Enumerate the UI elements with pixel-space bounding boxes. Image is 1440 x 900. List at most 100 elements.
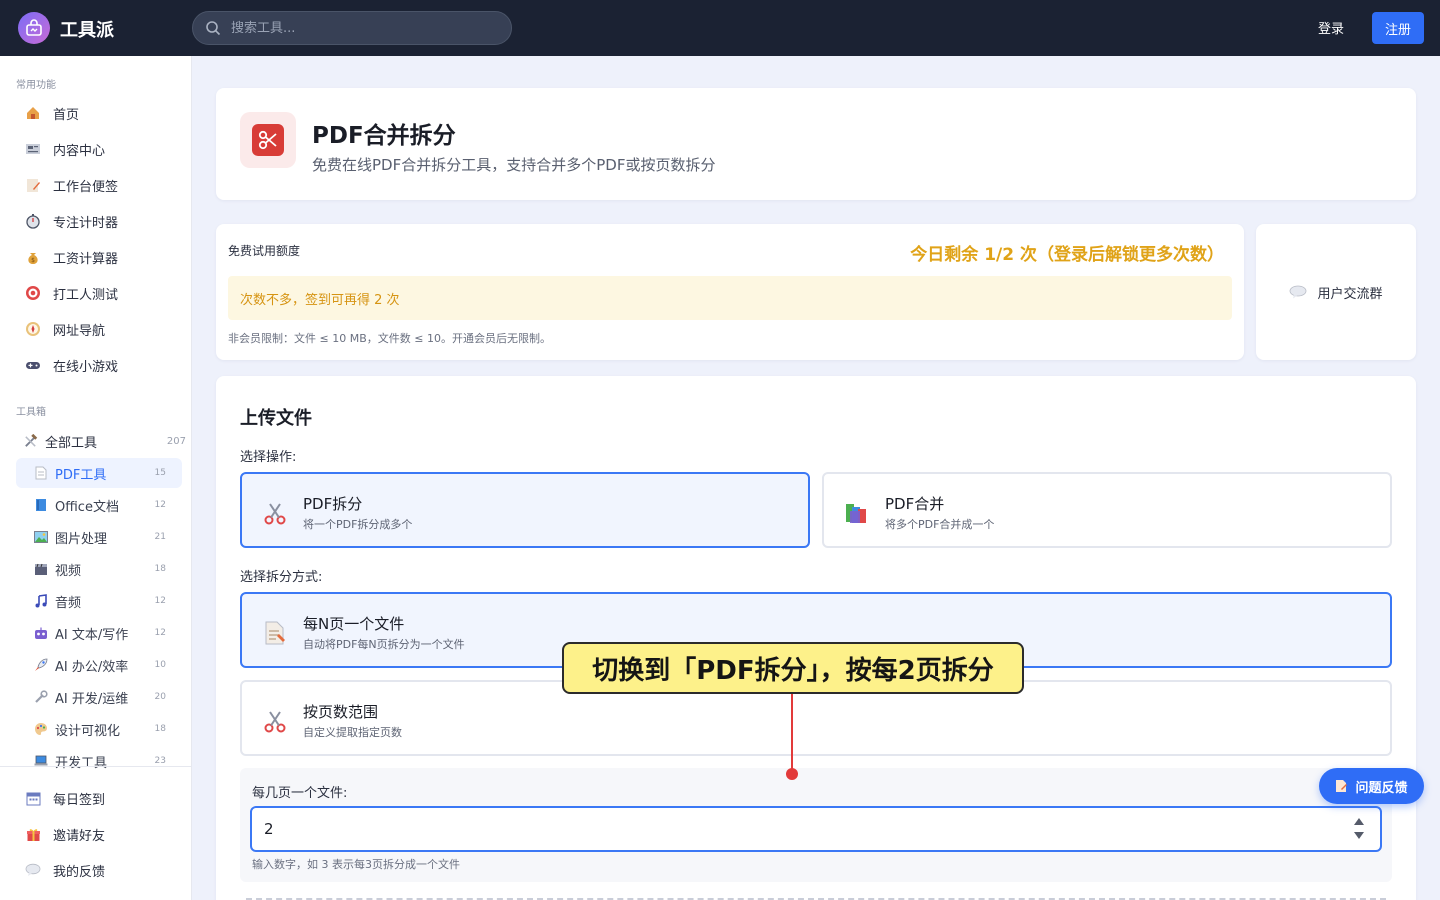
sidebar-item-video[interactable]: 视频 18 xyxy=(16,554,182,584)
sidebar: 常用功能 首页 内容中心 工作台便签 专注计时器 $ 工资计算器 打工人测试 网… xyxy=(0,56,192,900)
user-group-card[interactable]: 用户交流群 xyxy=(1256,224,1416,360)
quota-limit: 非会员限制：文件 ≤ 10 MB，文件数 ≤ 10。开通会员后无限制。 xyxy=(228,332,551,345)
sidebar-item-games[interactable]: 在线小游戏 xyxy=(24,353,118,377)
pages-per-file-field[interactable] xyxy=(250,806,1382,852)
sidebar-item-label: 工作台便签 xyxy=(53,179,119,195)
sidebar-item-label: 网址导航 xyxy=(53,323,106,339)
sidebar-item-office[interactable]: Office文档 12 xyxy=(16,490,182,520)
tool-count: 18 xyxy=(154,564,166,574)
sidebar-item-label: AI 办公/效率 xyxy=(55,659,129,675)
svg-text:$: $ xyxy=(31,257,35,264)
sidebar-item-my-feedback[interactable]: 我的反馈 xyxy=(24,858,105,882)
page-title: PDF合并拆分 xyxy=(312,123,456,149)
sidebar-item-content-center[interactable]: 内容中心 xyxy=(24,137,105,161)
scissors-icon xyxy=(252,124,284,156)
palette-icon xyxy=(34,722,48,736)
sidebar-item-worker-test[interactable]: 打工人测试 xyxy=(24,281,118,305)
register-button[interactable]: 注册 xyxy=(1372,12,1424,44)
user-group-link[interactable]: 用户交流群 xyxy=(1289,283,1383,302)
tool-count: 18 xyxy=(154,724,166,734)
sidebar-item-label: 每日签到 xyxy=(53,792,106,808)
sidebar-item-ai-office[interactable]: AI 办公/效率 10 xyxy=(16,650,182,680)
tool-count: 21 xyxy=(154,532,166,542)
target-icon xyxy=(24,284,42,302)
rocket-icon xyxy=(34,658,48,672)
gamepad-icon xyxy=(24,356,42,374)
sidebar-item-label: 内容中心 xyxy=(53,143,106,159)
sidebar-item-label: 图片处理 xyxy=(55,531,108,547)
sidebar-item-dev-tools[interactable]: 开发工具 23 xyxy=(16,746,182,776)
user-group-label: 用户交流群 xyxy=(1317,286,1383,302)
sidebar-item-all-tools[interactable]: 全部工具 207 xyxy=(22,430,192,452)
pages-per-file-input[interactable] xyxy=(264,818,1324,840)
sidebar-item-label: 音频 xyxy=(55,595,82,611)
sidebar-item-salary[interactable]: $ 工资计算器 xyxy=(24,245,118,269)
sidebar-item-image[interactable]: 图片处理 21 xyxy=(16,522,182,552)
tool-header-card: PDF合并拆分 免费在线PDF合并拆分工具，支持合并多个PDF或按页数拆分 xyxy=(216,88,1416,200)
method-title: 每N页一个文件 xyxy=(303,615,405,633)
operation-option-split[interactable]: PDF拆分 将一个PDF拆分成多个 xyxy=(240,472,810,548)
sidebar-item-design[interactable]: 设计可视化 18 xyxy=(16,714,182,744)
compass-icon xyxy=(24,320,42,338)
decrement-arrow-icon[interactable] xyxy=(1354,832,1364,839)
sidebar-item-invite[interactable]: 邀请好友 xyxy=(24,822,105,846)
sidebar-item-label: AI 开发/运维 xyxy=(55,691,129,707)
music-note-icon xyxy=(34,594,48,608)
sidebar-item-ai-writing[interactable]: AI 文本/写作 12 xyxy=(16,618,182,648)
sidebar-item-checkin[interactable]: 每日签到 xyxy=(24,786,105,810)
upload-title: 上传文件 xyxy=(240,408,312,429)
sidebar-item-ai-dev[interactable]: AI 开发/运维 20 xyxy=(16,682,182,712)
newspaper-icon xyxy=(24,140,42,158)
tool-count: 15 xyxy=(154,468,166,478)
document-icon xyxy=(34,466,48,480)
operation-title: PDF拆分 xyxy=(303,495,363,513)
sidebar-item-timer[interactable]: 专注计时器 xyxy=(24,209,118,233)
pages-per-file-panel: 每几页一个文件: 输入数字，如 3 表示每3页拆分成一个文件 xyxy=(240,768,1392,882)
top-navbar: 工具派 登录 注册 xyxy=(0,0,1440,56)
login-link[interactable]: 登录 xyxy=(1318,18,1344,37)
sidebar-item-url-nav[interactable]: 网址导航 xyxy=(24,317,105,341)
pages-per-file-hint: 输入数字，如 3 表示每3页拆分成一个文件 xyxy=(252,858,460,871)
document-icon xyxy=(1336,780,1348,792)
speech-bubble-icon xyxy=(24,861,42,879)
picture-icon xyxy=(34,530,48,544)
section-title-common: 常用功能 xyxy=(16,80,56,91)
sidebar-item-label: 全部工具 xyxy=(45,435,98,451)
sidebar-item-memo[interactable]: 工作台便签 xyxy=(24,173,118,197)
speech-bubble-icon xyxy=(1290,285,1307,299)
section-title-toolbox: 工具箱 xyxy=(16,407,46,418)
quota-tip: 次数不多，签到可再得 2 次 xyxy=(228,276,1232,320)
method-label: 选择拆分方式: xyxy=(240,570,323,585)
feedback-button[interactable]: 问题反馈 xyxy=(1319,768,1424,804)
scissors-icon xyxy=(264,503,286,525)
brand-name[interactable]: 工具派 xyxy=(60,16,114,42)
search-icon xyxy=(206,21,221,36)
search-bar[interactable] xyxy=(192,11,512,45)
stopwatch-icon xyxy=(24,212,42,230)
search-input[interactable] xyxy=(231,18,501,38)
sidebar-item-label: Office文档 xyxy=(55,499,119,515)
sidebar-item-label: PDF工具 xyxy=(55,467,107,483)
sidebar-item-home[interactable]: 首页 xyxy=(24,101,79,125)
tool-count: 20 xyxy=(154,692,166,702)
annotation-pointer-dot xyxy=(786,768,798,780)
sidebar-item-label: 开发工具 xyxy=(55,755,108,771)
sidebar-item-label: AI 文本/写作 xyxy=(55,627,129,643)
clapper-icon xyxy=(34,562,48,576)
sidebar-item-label: 专注计时器 xyxy=(53,215,119,231)
memo-icon xyxy=(24,176,42,194)
sidebar-item-label: 邀请好友 xyxy=(53,828,106,844)
method-desc: 自动将PDF每N页拆分为一个文件 xyxy=(303,638,465,651)
logo-icon[interactable] xyxy=(18,12,50,44)
method-title: 按页数范围 xyxy=(303,703,379,721)
increment-arrow-icon[interactable] xyxy=(1354,818,1364,825)
sidebar-item-audio[interactable]: 音频 12 xyxy=(16,586,182,616)
tool-count: 207 xyxy=(166,435,186,447)
calendar-icon xyxy=(24,789,42,807)
sidebar-item-label: 在线小游戏 xyxy=(53,359,119,375)
tool-count: 12 xyxy=(154,596,166,606)
books-icon xyxy=(846,504,866,523)
tool-count: 12 xyxy=(154,628,166,638)
operation-option-merge[interactable]: PDF合并 将多个PDF合并成一个 xyxy=(822,472,1392,548)
sidebar-item-pdf-tools[interactable]: PDF工具 15 xyxy=(16,458,182,488)
